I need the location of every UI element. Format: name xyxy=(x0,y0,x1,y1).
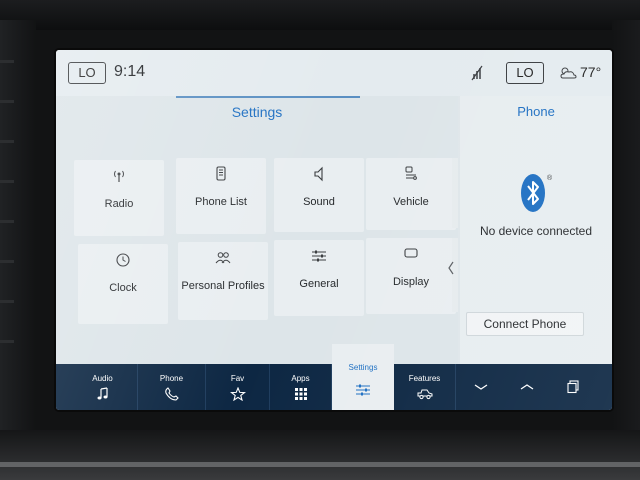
star-icon xyxy=(229,386,246,401)
vehicle-settings-icon xyxy=(405,166,417,180)
nav-audio[interactable]: Audio xyxy=(68,364,138,410)
windows-icon xyxy=(567,380,579,394)
nav-label: Fav xyxy=(230,373,245,383)
settings-tile-phone-list[interactable]: Phone List xyxy=(176,158,266,234)
status-bar: LO 9:14 LO 77° xyxy=(56,50,612,96)
bottom-nav: Audio Phone Fav Apps Settings Features xyxy=(56,344,612,410)
settings-panel: Settings Radio Phone List Sound Vehicle … xyxy=(56,96,458,388)
nav-favorites[interactable]: Fav xyxy=(206,364,270,410)
dashboard-left-vent xyxy=(0,20,36,450)
grid-icon xyxy=(294,387,307,400)
tile-label: Sound xyxy=(303,196,335,208)
nav-label: Phone xyxy=(159,373,184,383)
settings-tile-vehicle[interactable]: Vehicle xyxy=(366,158,456,230)
dashboard-trim xyxy=(0,462,640,467)
dashboard-bottom xyxy=(0,430,640,480)
tile-label: Display xyxy=(392,276,430,288)
settings-tile-radio[interactable]: Radio xyxy=(74,160,164,236)
tile-label: Radio xyxy=(104,198,134,210)
settings-tile-sound[interactable]: Sound xyxy=(274,158,364,232)
dashboard-right-bezel xyxy=(612,20,640,450)
tile-label: Personal Profiles xyxy=(181,280,265,292)
connect-phone-button[interactable]: Connect Phone xyxy=(466,312,584,336)
tile-label: Clock xyxy=(109,282,137,294)
chevron-left-icon[interactable] xyxy=(447,261,455,275)
display-icon xyxy=(404,248,418,258)
next-page-tile-edge xyxy=(452,238,458,312)
bluetooth-icon: ® xyxy=(521,174,552,212)
nav-phone[interactable]: Phone xyxy=(138,364,206,410)
nav-label: Audio xyxy=(92,373,113,383)
infotainment-screen: LO 9:14 LO 77° Settings Radio Phone List… xyxy=(56,50,612,410)
settings-tile-clock[interactable]: Clock xyxy=(78,244,168,324)
music-note-icon xyxy=(97,386,108,399)
settings-title: Settings xyxy=(231,104,283,120)
chevron-down-icon xyxy=(474,384,488,390)
nav-collapse-button[interactable] xyxy=(458,364,504,410)
wireless-off-icon xyxy=(471,65,483,81)
sliders-icon xyxy=(356,384,370,396)
chevron-up-icon xyxy=(520,384,534,390)
phone-list-icon xyxy=(216,166,226,181)
settings-tile-display[interactable]: Display xyxy=(366,238,456,314)
svg-text:®: ® xyxy=(547,174,552,182)
dashboard-top xyxy=(0,0,640,30)
nav-label: Features xyxy=(408,373,441,383)
nav-expand-button[interactable] xyxy=(504,364,550,410)
nav-apps[interactable]: Apps xyxy=(270,364,332,410)
clock-icon xyxy=(116,253,130,267)
nav-settings[interactable]: Settings xyxy=(332,344,394,410)
phone-icon xyxy=(164,386,179,401)
driver-temp-button[interactable]: LO xyxy=(68,62,106,84)
nav-features[interactable]: Features xyxy=(394,364,456,410)
truck-icon xyxy=(417,389,432,399)
sliders-icon xyxy=(312,250,326,262)
next-page-tile-edge xyxy=(452,158,458,228)
radio-icon xyxy=(114,170,124,182)
title-underline xyxy=(176,96,360,98)
clock-time: 9:14 xyxy=(114,63,146,80)
nav-label: Settings xyxy=(348,363,378,372)
phone-panel: Phone ® No device connected Connect Phon… xyxy=(460,96,612,364)
outside-temperature: 77° xyxy=(580,64,602,80)
settings-tile-general[interactable]: General xyxy=(274,240,364,316)
nav-windows-button[interactable] xyxy=(550,364,596,410)
passenger-temp-button[interactable]: LO xyxy=(506,62,544,84)
tile-label: Phone List xyxy=(195,196,247,208)
speaker-icon xyxy=(314,166,323,182)
tile-label: General xyxy=(299,278,339,290)
phone-title: Phone xyxy=(517,104,555,119)
phone-status: No device connected xyxy=(479,224,593,238)
nav-label: Apps xyxy=(291,373,310,383)
tile-label: Vehicle xyxy=(393,196,429,208)
settings-tile-personal-profiles[interactable]: Personal Profiles xyxy=(178,242,268,320)
partly-cloudy-icon xyxy=(560,67,577,79)
people-icon xyxy=(215,252,231,264)
